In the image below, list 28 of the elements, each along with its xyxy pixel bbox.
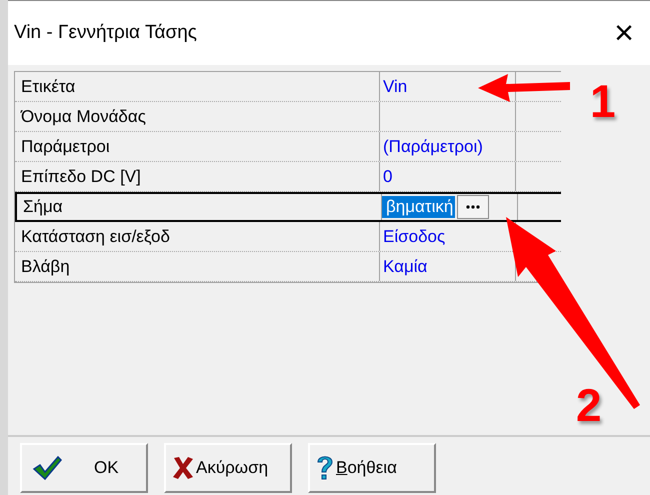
property-value: Είσοδος: [382, 226, 446, 246]
question-mark-icon: [316, 454, 334, 482]
window-title: Vin - Γεννήτρια Τάσης: [14, 22, 197, 44]
property-label: Επίπεδο DC [V]: [15, 162, 380, 191]
ellipsis-button[interactable]: [457, 195, 490, 219]
property-label: Όνομα Μονάδας: [15, 102, 380, 131]
property-value: Καμία: [382, 256, 428, 276]
ok-button[interactable]: OK: [20, 443, 148, 493]
close-button[interactable]: ×: [608, 16, 640, 50]
property-value: (Παράμετροι): [382, 136, 483, 156]
property-row[interactable]: Σήμα βηματική: [15, 192, 561, 222]
more-icon: [466, 205, 480, 209]
property-value: 0: [382, 166, 392, 186]
cross-icon: [172, 456, 194, 480]
property-row[interactable]: Όνομα Μονάδας: [15, 102, 561, 132]
checkmark-icon: [32, 455, 62, 481]
property-label: Κατάσταση εισ/εξοδ: [15, 222, 380, 251]
property-label: Παράμετροι: [15, 132, 380, 161]
annotation-number: 2: [576, 378, 602, 432]
value-field[interactable]: βηματική: [382, 196, 456, 218]
property-row[interactable]: Παράμετροι (Παράμετροι): [15, 132, 561, 162]
property-row[interactable]: Επίπεδο DC [V] 0: [15, 162, 561, 192]
property-value: Vin: [382, 76, 408, 96]
property-label: Βλάβη: [15, 252, 380, 281]
cancel-button[interactable]: Ακύρωση: [164, 443, 292, 493]
help-button[interactable]: Βοήθεια: [308, 443, 436, 493]
annotation-number: 1: [590, 74, 616, 128]
property-label: Ετικέτα: [15, 72, 380, 101]
